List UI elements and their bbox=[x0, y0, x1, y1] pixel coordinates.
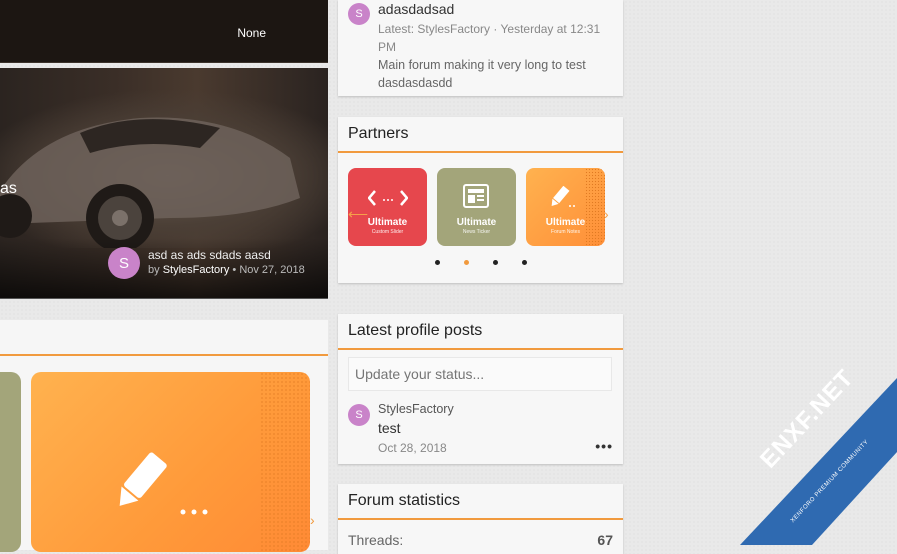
latest-post-meta[interactable]: Latest: StylesFactory · Yesterday at 12:… bbox=[378, 20, 613, 56]
watermark-brand: ENXF.NET bbox=[755, 364, 860, 474]
none-label: None bbox=[237, 26, 266, 40]
accent-rule bbox=[0, 354, 328, 356]
profile-posts-widget: Latest profile posts S StylesFactory tes… bbox=[338, 314, 623, 464]
post-snippet: Main forum making it very long to test d… bbox=[378, 58, 586, 90]
car-icon bbox=[0, 117, 300, 252]
more-options-icon[interactable]: ••• bbox=[595, 438, 613, 454]
avatar[interactable]: S bbox=[348, 3, 370, 25]
dark-header-panel: None bbox=[0, 0, 328, 63]
partner-title: Ultimate bbox=[545, 217, 586, 228]
avatar-letter: S bbox=[355, 409, 363, 421]
avatar[interactable]: S bbox=[108, 247, 140, 279]
thread-title-link[interactable]: adasdadsad bbox=[378, 1, 454, 17]
slide-title[interactable]: as bbox=[0, 180, 17, 198]
separator: • bbox=[232, 264, 237, 276]
feature-card-green[interactable] bbox=[0, 372, 21, 552]
profile-post-text: test bbox=[378, 420, 401, 436]
avatar[interactable]: S bbox=[348, 404, 370, 426]
profile-post-author[interactable]: StylesFactory bbox=[378, 402, 454, 416]
status-input[interactable] bbox=[348, 357, 612, 391]
pencil-icon bbox=[551, 186, 575, 207]
partner-subtitle: Forum Notes bbox=[551, 229, 580, 235]
feature-block bbox=[0, 320, 328, 552]
pagination-dot[interactable] bbox=[521, 260, 527, 265]
pagination-dot[interactable] bbox=[434, 260, 440, 265]
avatar-letter: S bbox=[118, 254, 129, 272]
pagination-dot-active[interactable] bbox=[463, 260, 469, 265]
pencil-icon bbox=[111, 452, 208, 522]
code-icon bbox=[368, 190, 408, 206]
featured-slider[interactable]: as S asd as ads sdads aasd by StylesFact… bbox=[0, 68, 328, 299]
stat-value-threads: 67 bbox=[597, 532, 613, 548]
partner-subtitle: News Ticker bbox=[462, 229, 491, 235]
arrow-left-icon[interactable]: ⟵ bbox=[348, 206, 368, 223]
new-posts-widget: S adasdadsad Latest: StylesFactory · Yes… bbox=[338, 0, 623, 96]
pagination-dot[interactable] bbox=[492, 260, 498, 265]
watermark-tagline: XENFORO PREMIUM COMMUNITY bbox=[790, 438, 870, 525]
partner-title: Ultimate bbox=[456, 217, 497, 228]
partner-subtitle: Custom Slider bbox=[371, 229, 404, 235]
author-link[interactable]: StylesFactory bbox=[163, 264, 230, 276]
slide-byline: by StylesFactory • Nov 27, 2018 bbox=[148, 264, 305, 276]
slide-date: Nov 27, 2018 bbox=[239, 264, 305, 276]
carousel-pagination bbox=[338, 260, 623, 265]
avatar-letter: S bbox=[355, 8, 363, 20]
forum-stats-widget: Forum statistics Threads: 67 bbox=[338, 484, 623, 554]
stat-label-threads: Threads: bbox=[348, 532, 404, 548]
chevron-right-icon[interactable]: › bbox=[310, 512, 315, 528]
profile-post-date[interactable]: Oct 28, 2018 bbox=[378, 441, 447, 455]
chevron-right-icon[interactable]: › bbox=[604, 206, 609, 222]
widget-title[interactable]: Latest profile posts bbox=[338, 314, 623, 350]
feature-card-orange[interactable] bbox=[31, 372, 310, 552]
widget-title: Forum statistics bbox=[338, 484, 623, 520]
partner-card-news-ticker[interactable]: Ultimate News Ticker bbox=[437, 168, 516, 246]
slide-image bbox=[0, 88, 328, 252]
partner-carousel: Ultimate Custom Slider Ultimate News Tic… bbox=[348, 168, 618, 248]
slide-thread-title[interactable]: asd as ads sdads aasd bbox=[148, 248, 271, 262]
byline-prefix: by bbox=[148, 264, 160, 276]
partners-widget: Partners Ultimate Custom Slider Ultimate… bbox=[338, 117, 623, 283]
dot-pattern bbox=[260, 372, 310, 552]
widget-title: Partners bbox=[338, 117, 623, 153]
partner-card-forum-notes[interactable]: Ultimate Forum Notes bbox=[526, 168, 605, 246]
newspaper-icon bbox=[463, 184, 489, 208]
